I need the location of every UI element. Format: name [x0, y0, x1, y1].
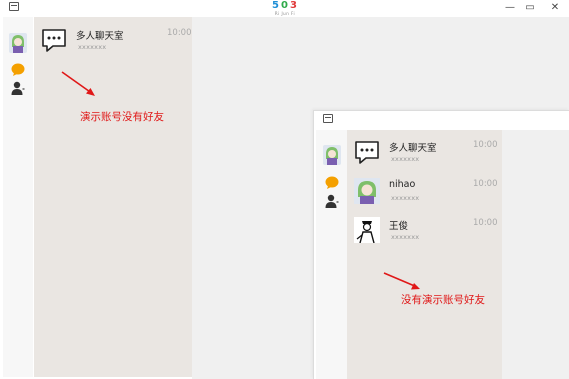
logo-digit-1: 5 [272, 0, 281, 11]
demo-conversation-pane [502, 130, 569, 379]
demo-annotation-text: 没有演示账号好友 [401, 294, 485, 306]
chat-preview: xxxxxxx [391, 233, 420, 241]
chat-name: nihao [389, 179, 416, 190]
restore-button[interactable]: ▭ [523, 1, 537, 15]
chat-list-item[interactable]: 多人聊天室 10:00 xxxxxxx [41, 27, 192, 63]
demo-window-menu-icon[interactable] [323, 114, 333, 123]
demo-chat-bubble-icon[interactable] [325, 176, 339, 189]
minimize-button[interactable]: — [503, 1, 517, 15]
annotation-arrow [61, 71, 95, 96]
chat-bubble-icon[interactable] [11, 63, 25, 76]
chat-time: 10:00 [473, 140, 498, 150]
demo-contacts-icon[interactable] [325, 194, 339, 208]
contacts-icon[interactable] [11, 81, 25, 95]
sketch-avatar-icon [354, 217, 380, 243]
anime-avatar-icon [354, 178, 380, 204]
app-logo: 503 Ri Jun Fi [272, 0, 298, 17]
chat-name: 多人聊天室 [76, 31, 124, 42]
title-bar: 503 Ri Jun Fi — ▭ ✕ [0, 0, 569, 17]
chat-time: 10:00 [473, 218, 498, 228]
demo-chat-list-item[interactable]: nihao 10:00 xxxxxxx [354, 178, 502, 214]
chat-preview: xxxxxxx [391, 194, 420, 202]
chat-preview: xxxxxxx [78, 43, 107, 51]
chat-name: 王俊 [389, 221, 409, 232]
chat-name: 多人聊天室 [389, 143, 437, 154]
chat-preview: xxxxxxx [391, 155, 420, 163]
demo-chat-list: 多人聊天室 10:00 xxxxxxx nihao 10:00 xxxxxxx [347, 130, 502, 379]
logo-digit-2: 0 [280, 0, 290, 11]
chat-time: 10:00 [473, 179, 498, 189]
demo-title-bar [314, 111, 569, 128]
demo-window: 多人聊天室 10:00 xxxxxxx nihao 10:00 xxxxxxx [313, 110, 569, 379]
group-chat-icon [355, 141, 379, 164]
chat-time: 10:00 [167, 28, 192, 38]
demo-sidebar [316, 130, 347, 379]
logo-subtitle: Ri Jun Fi [274, 11, 296, 16]
sidebar [3, 17, 33, 377]
logo-digit-3: 3 [289, 0, 299, 11]
group-chat-icon [42, 29, 66, 52]
close-button[interactable]: ✕ [548, 1, 562, 15]
annotation-text: 演示账号没有好友 [80, 111, 164, 123]
demo-chat-list-item[interactable]: 多人聊天室 10:00 xxxxxxx [354, 139, 502, 175]
demo-annotation-arrow [383, 272, 420, 290]
demo-user-avatar[interactable] [323, 145, 341, 165]
window-menu-icon[interactable] [9, 2, 19, 11]
chat-list: 多人聊天室 10:00 xxxxxxx 演示账号没有好友 [34, 17, 192, 377]
demo-chat-list-item[interactable]: 王俊 10:00 xxxxxxx [354, 217, 502, 253]
user-avatar[interactable] [9, 33, 27, 53]
